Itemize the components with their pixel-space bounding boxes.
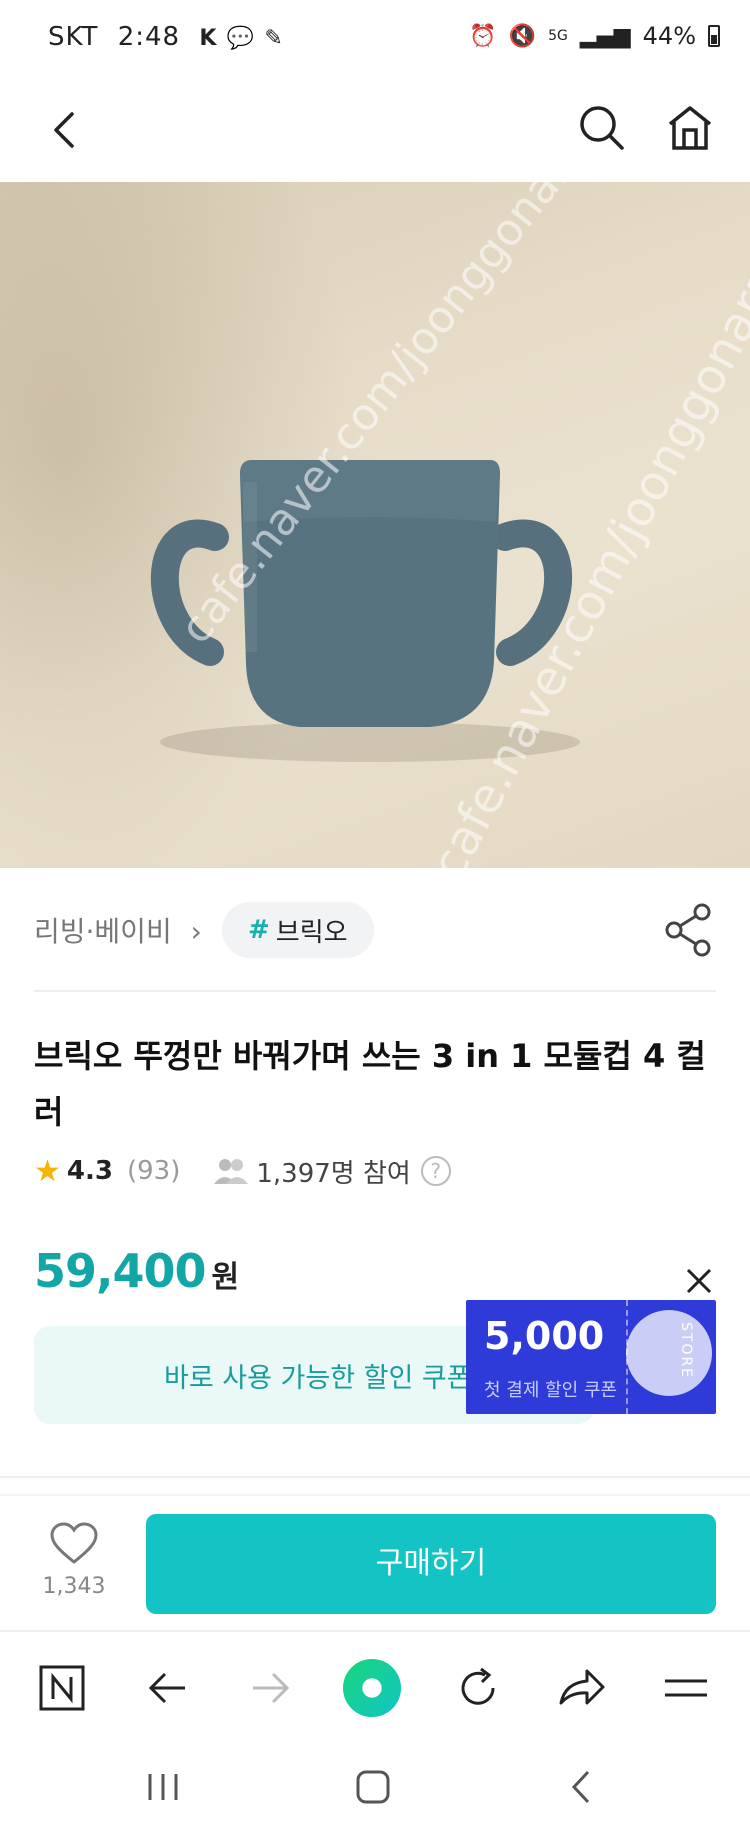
close-coupon-button[interactable]: [680, 1262, 718, 1300]
system-navigation: [0, 1740, 750, 1834]
hamburger-icon: [665, 1679, 707, 1697]
arrow-left-icon: [148, 1672, 185, 1704]
clock: 2:48: [117, 22, 181, 52]
system-back-button[interactable]: [560, 1764, 606, 1810]
share-page-button[interactable]: [552, 1658, 612, 1718]
store-coupon-card[interactable]: 5,000 첫 결제 할인 쿠폰 STORE: [466, 1300, 716, 1414]
chevron-left-icon: [54, 112, 74, 148]
kakao-k-icon: K: [199, 26, 218, 51]
system-back-icon: [571, 1770, 590, 1804]
rating-row: ★ 4.3 (93) 1,397명 참여 ?: [34, 1150, 451, 1192]
green-dot-button[interactable]: [342, 1658, 402, 1718]
battery-level: 44%: [642, 22, 696, 50]
talk-icon: 💬: [226, 26, 256, 51]
share-icon: [665, 903, 711, 957]
recent-apps-button[interactable]: [140, 1764, 186, 1810]
close-icon: [686, 1268, 712, 1294]
heart-icon: [50, 1522, 98, 1564]
home-button[interactable]: [660, 98, 720, 158]
price-unit: 원: [211, 1260, 240, 1295]
forward-share-icon: [559, 1669, 605, 1705]
price-amount: 59,400: [34, 1244, 207, 1298]
product-title: 브릭오 뚜껑만 바꿔가며 쓰는 3 in 1 모듈컵 4 컬러: [34, 1037, 706, 1131]
status-bar: SKT 2:48 K 💬 ✎ ⏰ 🔇 5G ▂▄▆ 44%: [0, 0, 750, 80]
green-dot-icon: [342, 1658, 402, 1718]
browser-forward-button[interactable]: [240, 1658, 300, 1718]
search-button[interactable]: [572, 98, 632, 158]
square-home-icon: [356, 1770, 390, 1804]
divider: [0, 1476, 750, 1478]
star-icon: ★: [34, 1153, 61, 1189]
coupon-badge-circle: [626, 1310, 712, 1396]
naver-home-button[interactable]: [32, 1658, 92, 1718]
status-right: ⏰ 🔇 5G ▂▄▆ 44%: [469, 22, 720, 50]
network-5g-icon: 5G: [548, 28, 568, 44]
help-icon[interactable]: ?: [420, 1156, 451, 1186]
like-button[interactable]: 1,343: [34, 1522, 114, 1612]
battery-icon: [708, 25, 720, 47]
browser-back-button[interactable]: [138, 1658, 198, 1718]
category-row: 리빙·베이비 › # 브릭오: [0, 880, 750, 980]
product-image[interactable]: cafe.naver.com/joonggonara cafe.naver.co…: [0, 182, 750, 868]
divider: [0, 1494, 750, 1496]
participants-count: 1,397명 참여: [256, 1158, 411, 1189]
status-left: SKT 2:48 K 💬 ✎: [48, 22, 284, 52]
home-icon: [668, 106, 712, 150]
system-home-button[interactable]: [350, 1764, 396, 1810]
brand-tag-label: 브릭오: [275, 917, 348, 948]
signal-icon: ▂▄▆: [579, 23, 631, 49]
arrow-right-icon: [253, 1672, 290, 1704]
coupon-subtitle: 첫 결제 할인 쿠폰: [484, 1380, 618, 1401]
category-breadcrumb[interactable]: 리빙·베이비 ›: [34, 910, 202, 950]
search-icon: [580, 106, 624, 150]
chevron-right-icon: ›: [190, 915, 202, 948]
recent-apps-icon: [148, 1774, 178, 1800]
coupon-side-label: STORE: [678, 1322, 694, 1380]
divider: [34, 990, 716, 992]
hash-label: #: [248, 915, 270, 945]
brand-tag-chip[interactable]: # 브릭오: [222, 902, 374, 958]
price: 59,400 원: [34, 1244, 239, 1298]
rating-value: 4.3: [66, 1156, 113, 1186]
buy-button[interactable]: 구매하기: [146, 1514, 716, 1614]
naver-n-icon: [39, 1665, 85, 1711]
category-label: 리빙·베이비: [34, 915, 172, 948]
carrier: SKT: [48, 22, 99, 52]
share-button[interactable]: [664, 902, 714, 958]
menu-button[interactable]: [656, 1658, 716, 1718]
top-nav: [0, 80, 750, 180]
like-count: 1,343: [42, 1574, 106, 1599]
feather-icon: ✎: [264, 26, 284, 51]
reload-button[interactable]: [448, 1658, 508, 1718]
coupon-banner-text: 바로 사용 가능한 할인 쿠폰: [164, 1363, 472, 1394]
review-count[interactable]: (93): [127, 1156, 180, 1186]
coupon-amount: 5,000: [484, 1314, 605, 1358]
mute-icon: 🔇: [508, 23, 537, 49]
reload-icon: [461, 1667, 495, 1705]
participants: 1,397명 참여 ?: [214, 1153, 451, 1190]
browser-toolbar: [0, 1630, 750, 1740]
people-icon: [214, 1159, 249, 1184]
back-button[interactable]: [38, 100, 98, 160]
alarm-icon: ⏰: [469, 23, 497, 49]
